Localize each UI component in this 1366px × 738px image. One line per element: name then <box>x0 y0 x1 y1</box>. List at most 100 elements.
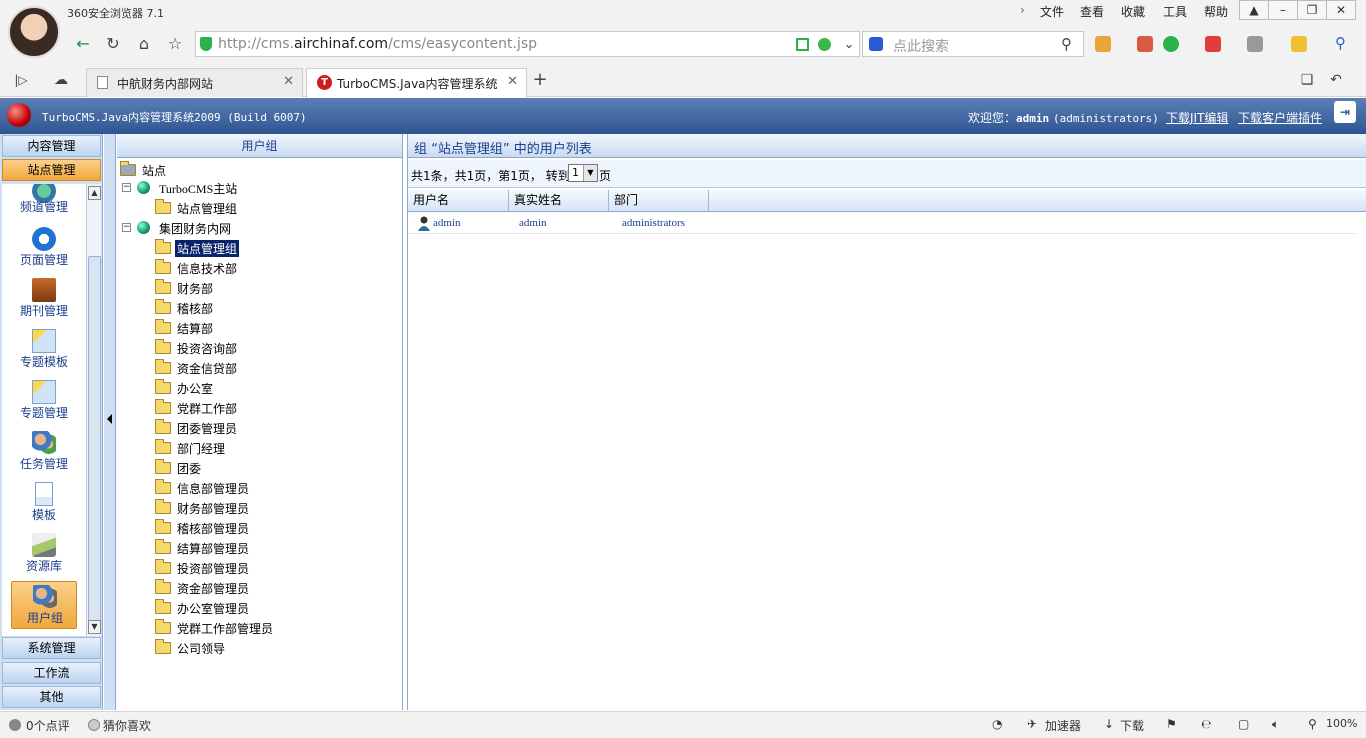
status-accelerator[interactable]: 加速器 <box>1045 717 1081 734</box>
gift-icon[interactable] <box>1291 36 1307 52</box>
user-avatar[interactable] <box>8 6 60 58</box>
status-download[interactable]: 下载 <box>1120 717 1144 734</box>
folder-icon <box>155 519 171 534</box>
table-row[interactable]: admin admin administrators <box>408 214 1356 234</box>
nav-tile-label: 任务管理 <box>19 457 68 471</box>
restore-tabs-icon[interactable]: ❏ <box>1296 69 1318 91</box>
nav-content-management[interactable]: 内容管理 <box>2 135 101 157</box>
baidu-paw-icon[interactable] <box>869 37 883 51</box>
back-icon[interactable]: ← <box>72 33 94 55</box>
search-box[interactable]: 点此搜索 ⚲ <box>862 31 1084 57</box>
download-client-plugin-link[interactable]: 下载客户端插件 <box>1238 109 1322 126</box>
shirt-skin-icon[interactable]: ▲ <box>1239 0 1269 20</box>
pdf-icon[interactable] <box>1205 36 1221 52</box>
nav-tile-topic-manage[interactable]: 专题管理 <box>11 377 77 425</box>
money-icon[interactable] <box>1163 36 1179 52</box>
nav-tile-page[interactable]: 页面管理 <box>11 224 77 272</box>
menu-view[interactable]: 查看 <box>1080 3 1104 20</box>
zoom-icon[interactable]: ⚲ <box>1308 717 1317 731</box>
folder-icon <box>155 239 171 254</box>
tree-node-label: 结算部管理员 <box>177 542 250 556</box>
magnifier-icon[interactable]: ⚲ <box>1335 36 1351 52</box>
close-window-button[interactable]: ✕ <box>1326 0 1356 20</box>
tab-finance-site[interactable]: 中航财务内部网站 ✕ <box>86 68 303 97</box>
star-icon[interactable]: ☆ <box>164 33 186 55</box>
search-icon[interactable]: ⚲ <box>1061 35 1072 53</box>
sidebar-toggle-icon[interactable]: |▷ <box>10 69 32 91</box>
folder-icon <box>155 499 171 514</box>
scroll-thumb[interactable] <box>88 256 101 622</box>
speed-icon[interactable]: ◔ <box>992 717 1002 731</box>
collapse-toggle-icon[interactable]: − <box>122 223 131 232</box>
cell-username[interactable]: admin <box>433 217 461 229</box>
download-jit-editor-link[interactable]: 下载JIT编辑 <box>1166 109 1228 126</box>
tree-node-label: 结算部 <box>177 322 214 336</box>
close-tab-icon[interactable]: ✕ <box>507 74 518 89</box>
tree-node-label: 团委管理员 <box>177 422 238 436</box>
dropdown-arrow-icon[interactable]: ▼ <box>583 165 597 181</box>
game-icon[interactable] <box>1247 36 1263 52</box>
menu-file[interactable]: 文件 <box>1040 3 1064 20</box>
nav-scrollbar[interactable]: ▲ ▼ <box>86 184 101 636</box>
page-select[interactable]: 1 ▼ <box>568 164 598 182</box>
minimize-button[interactable]: – <box>1268 0 1298 20</box>
qr-code-icon[interactable] <box>796 38 809 51</box>
menu-tools[interactable]: 工具 <box>1163 3 1187 20</box>
nav-workflow[interactable]: 工作流 <box>2 662 101 684</box>
nav-tile-task[interactable]: 任务管理 <box>11 428 77 476</box>
nav-system-management[interactable]: 系统管理 <box>2 637 101 659</box>
ie-icon[interactable]: ℮ <box>1201 717 1211 731</box>
status-comments[interactable]: 0个点评 <box>26 717 70 734</box>
new-tab-button[interactable]: + <box>529 69 551 91</box>
scroll-down-arrow-icon[interactable]: ▼ <box>88 620 101 634</box>
column-department[interactable]: 部门 <box>609 190 709 212</box>
cell-department: administrators <box>622 217 685 229</box>
cell-realname: admin <box>519 217 547 229</box>
calendar-icon[interactable] <box>1137 36 1153 52</box>
column-username[interactable]: 用户名 <box>408 190 509 212</box>
topic-template-icon <box>32 329 56 353</box>
ie-page-icon <box>32 227 56 251</box>
apps-grid-icon[interactable] <box>1095 36 1111 52</box>
chevron-down-icon[interactable]: ⌄ <box>838 34 860 56</box>
logout-icon[interactable]: ⇥ <box>1334 101 1356 123</box>
close-tab-icon[interactable]: ✕ <box>283 74 294 89</box>
window-icon[interactable]: ▢ <box>1238 717 1249 731</box>
sound-icon[interactable]: 🔈︎ <box>1272 717 1279 732</box>
collapse-toggle-icon[interactable]: − <box>122 183 131 192</box>
folder-icon <box>155 199 171 214</box>
collapse-arrow-icon[interactable] <box>107 414 112 424</box>
scroll-up-arrow-icon[interactable]: ▲ <box>88 186 101 200</box>
nav-tile-label: 频道管理 <box>19 200 68 214</box>
tab-turbocms[interactable]: T TurboCMS.Java内容管理系统 ✕ <box>306 68 527 98</box>
status-guess-you-like[interactable]: 猜你喜欢 <box>103 717 151 734</box>
nav-tile-user-group[interactable]: 用户组 <box>11 581 77 629</box>
folder-icon <box>155 639 171 654</box>
nav-tile-journal[interactable]: 期刊管理 <box>11 275 77 323</box>
nav-tile-topic-template[interactable]: 专题模板 <box>11 326 77 374</box>
column-realname[interactable]: 真实姓名 <box>509 190 609 212</box>
maximize-button[interactable]: ❐ <box>1297 0 1327 20</box>
nav-tile-resource[interactable]: 资源库 <box>11 530 77 578</box>
tree-header: 用户组 <box>117 134 402 158</box>
address-bar[interactable]: http://cms.airchinaf.com/cms/easycontent… <box>195 31 860 57</box>
address-toolbar: ← ↻ ⌂ ☆ http://cms.airchinaf.com/cms/eas… <box>0 28 1366 60</box>
nav-site-management[interactable]: 站点管理 <box>2 159 101 181</box>
status-zoom[interactable]: 100% <box>1326 717 1357 730</box>
nav-tile-channel[interactable]: 频道管理 <box>11 184 77 229</box>
folder-icon <box>155 379 171 394</box>
flag-icon[interactable]: ⚑ <box>1166 717 1177 731</box>
user-group-icon <box>33 585 57 609</box>
undo-close-icon[interactable]: ↶ <box>1325 69 1347 91</box>
nav-other[interactable]: 其他 <box>2 686 101 708</box>
panel-splitter[interactable] <box>104 134 116 710</box>
chevron-right-icon[interactable]: › <box>1020 3 1025 17</box>
menu-help[interactable]: 帮助 <box>1204 3 1228 20</box>
leaf-icon[interactable] <box>818 38 831 51</box>
menu-favorites[interactable]: 收藏 <box>1121 3 1145 20</box>
nav-tile-template[interactable]: 模板 <box>11 479 77 527</box>
pager-summary: 共1条，共1页，第1页， 转到 <box>411 169 570 183</box>
home-icon[interactable]: ⌂ <box>133 33 155 55</box>
cloud-icon[interactable]: ☁ <box>50 69 72 91</box>
refresh-icon[interactable]: ↻ <box>102 33 124 55</box>
